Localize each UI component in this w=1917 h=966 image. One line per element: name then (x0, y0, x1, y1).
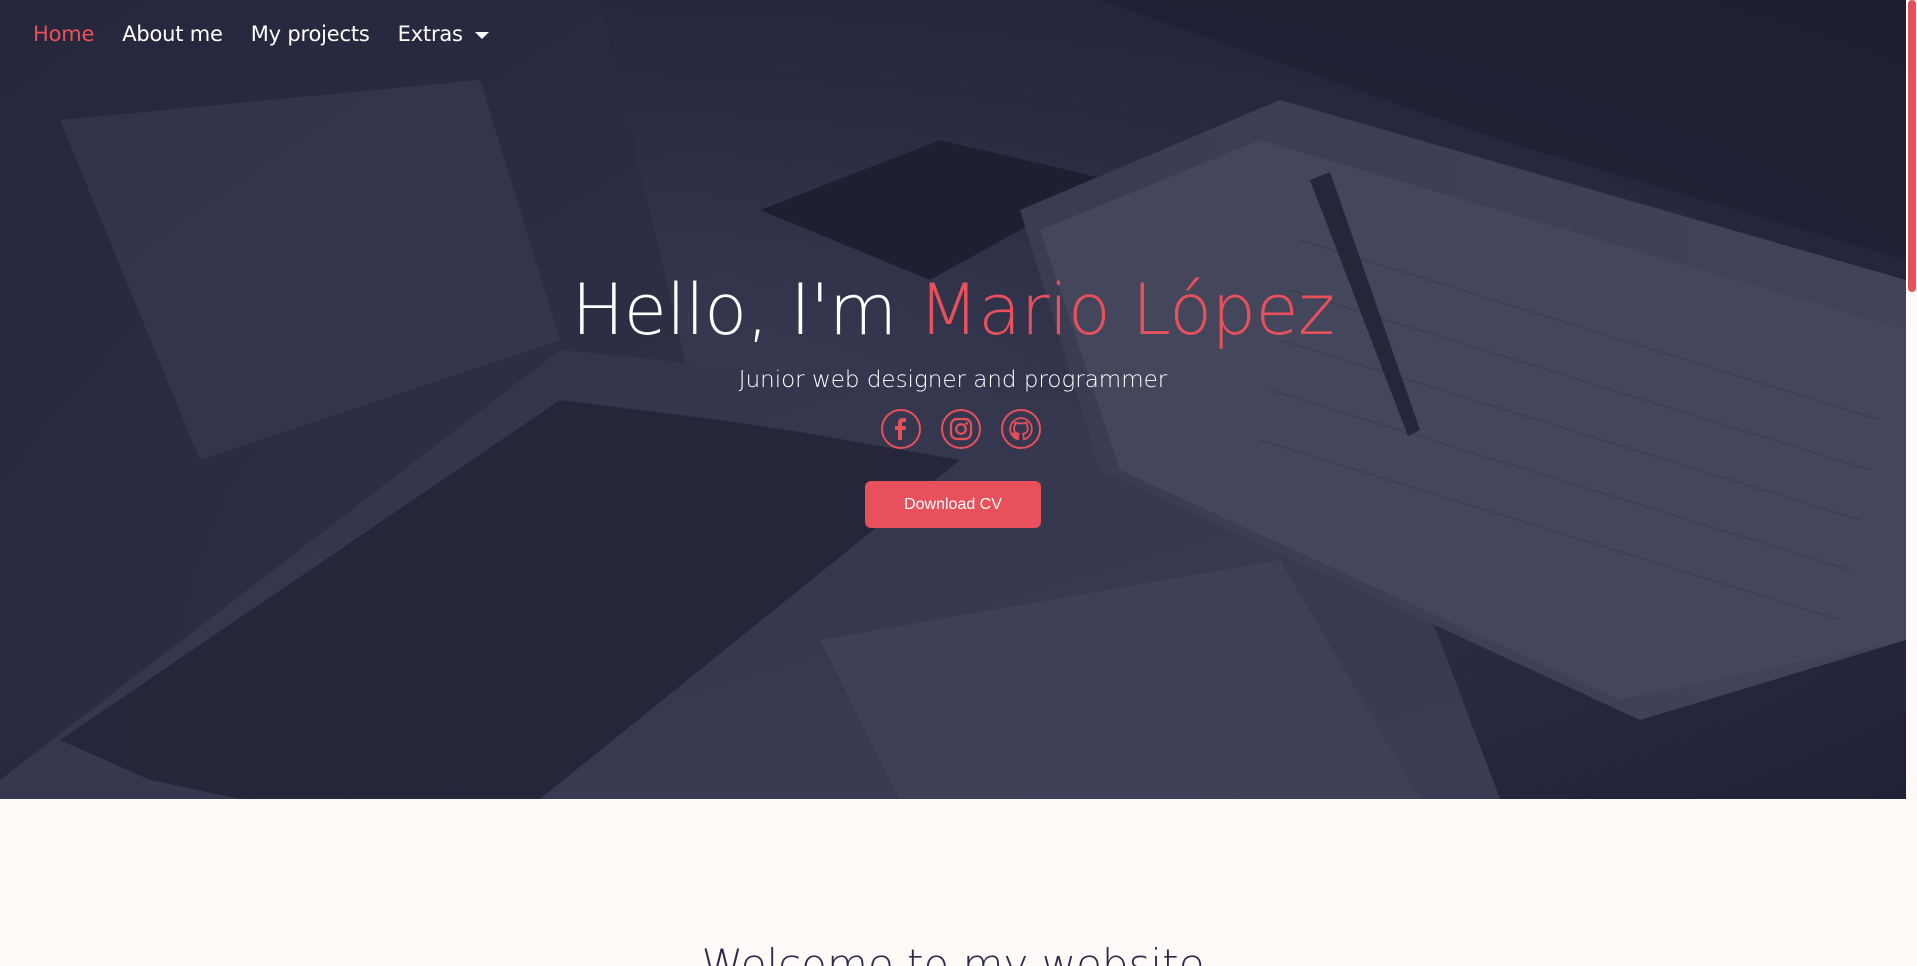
instagram-icon (949, 417, 973, 441)
instagram-link[interactable] (941, 409, 981, 449)
github-link[interactable] (1001, 409, 1041, 449)
hero-content: Hello, I'm Mario López Junior web design… (0, 265, 1906, 528)
welcome-section: Welcome to my website (0, 799, 1906, 966)
facebook-link[interactable] (881, 409, 921, 449)
hero-greeting: Hello, I'm (571, 269, 919, 351)
download-cv-button[interactable]: Download CV (865, 481, 1041, 528)
facebook-icon (895, 418, 906, 440)
nav-item-extras[interactable]: Extras (398, 22, 489, 46)
scrollbar-thumb[interactable] (1908, 0, 1916, 292)
nav-item-about-me[interactable]: About me (122, 22, 223, 46)
hero-title: Hello, I'm Mario López (0, 265, 1906, 355)
welcome-title: Welcome to my website (701, 940, 1205, 966)
nav-item-extras-label: Extras (397, 22, 463, 46)
page-scrollbar[interactable] (1906, 0, 1917, 966)
hero-name: Mario López (918, 269, 1335, 351)
nav-item-my-projects[interactable]: My projects (251, 22, 370, 46)
main-navbar: Home About me My projects Extras (0, 0, 517, 68)
caret-down-icon (474, 31, 489, 39)
social-links (0, 409, 1906, 449)
page: Home About me My projects Extras Hello, … (0, 0, 1917, 966)
github-icon (1009, 417, 1033, 441)
hero-subtitle: Junior web designer and programmer (738, 367, 1168, 393)
nav-item-home[interactable]: Home (33, 22, 94, 46)
